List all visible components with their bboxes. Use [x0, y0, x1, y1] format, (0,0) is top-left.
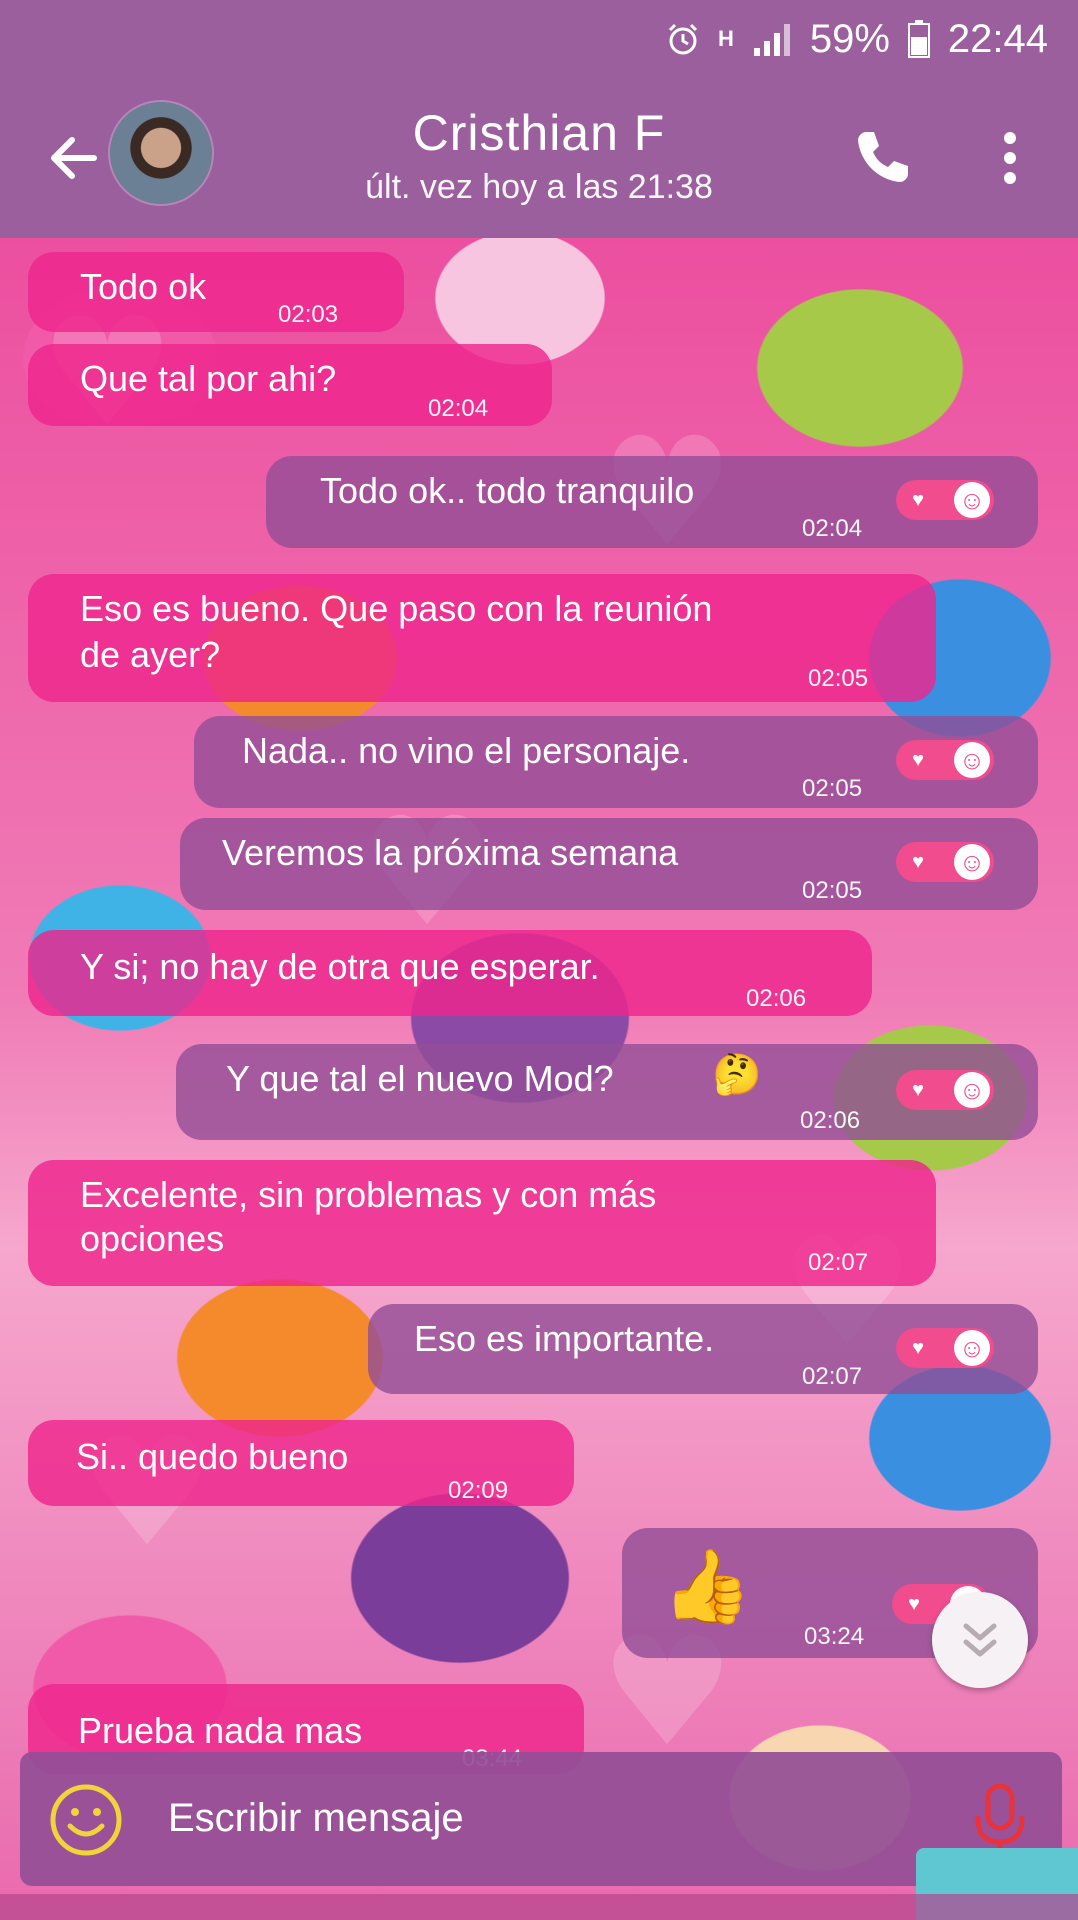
message-text-line-1: Eso es bueno. Que paso con la reunión [80, 588, 713, 629]
message-time: 02:09 [448, 1477, 509, 1504]
heart-icon: ♥ [912, 489, 924, 511]
message-time: 02:05 [802, 877, 863, 904]
message-text: Veremos la próxima semana [222, 832, 679, 873]
signal-icon [753, 24, 790, 56]
network-type-icon: H [717, 26, 734, 51]
battery-icon [907, 20, 930, 58]
message-time: 02:06 [800, 1107, 861, 1134]
message-outgoing[interactable]: Eso es importante. 02:07 ♥ ☺ [368, 1304, 1038, 1394]
message-text: Todo ok.. todo tranquilo [320, 470, 695, 511]
microphone-icon[interactable] [970, 1782, 1030, 1858]
reaction-toggle[interactable]: ♥ ☺ [896, 1070, 994, 1110]
message-text: Si.. quedo bueno [76, 1436, 349, 1477]
heart-icon: ♥ [912, 851, 924, 873]
message-text: Nada.. no vino el personaje. [242, 730, 691, 771]
message-time: 02:05 [808, 665, 869, 692]
message-time: 02:06 [746, 985, 807, 1012]
message-outgoing[interactable]: Todo ok.. todo tranquilo 02:04 ♥ ☺ [266, 456, 1038, 548]
chat-wallpaper: ♥ ♥ ♥ ♥ ♥ ♥ Todo ok 02:03 Que tal por ah… [0, 238, 1078, 1920]
smile-icon: ☺ [954, 1072, 990, 1108]
heart-icon: ♥ [912, 1337, 924, 1359]
heart-icon: ♥ [908, 1593, 920, 1615]
message-outgoing[interactable]: Nada.. no vino el personaje. 02:05 ♥ ☺ [194, 716, 1038, 808]
more-vert-icon[interactable] [990, 128, 1030, 188]
message-time: 02:05 [802, 775, 863, 802]
message-text: Todo ok [80, 266, 207, 307]
message-text: Y que tal el nuevo Mod? [226, 1058, 614, 1099]
message-time: 02:07 [802, 1363, 863, 1390]
message-incoming[interactable]: Todo ok 02:03 [28, 252, 404, 332]
double-chevron-down-icon [963, 1623, 997, 1657]
reaction-toggle[interactable]: ♥ ☺ [896, 842, 994, 882]
message-input[interactable]: Escribir mensaje [168, 1796, 464, 1841]
message-incoming[interactable]: Excelente, sin problemas y con más opcio… [28, 1160, 936, 1286]
message-text: Que tal por ahi? [80, 358, 337, 399]
message-time: 02:03 [278, 301, 339, 328]
message-text-line-2: de ayer? [80, 634, 221, 675]
thinking-emoji: 🤔 [712, 1053, 762, 1097]
bottom-strip [0, 1894, 1078, 1920]
message-input-bar: Escribir mensaje [20, 1752, 1062, 1886]
reaction-toggle[interactable]: ♥ ☺ [896, 1328, 994, 1368]
clock: 22:44 [947, 16, 1048, 61]
last-seen-status: últ. vez hoy a las 21:38 [365, 168, 713, 206]
message-incoming[interactable]: Si.. quedo bueno 02:09 [28, 1420, 574, 1506]
message-outgoing[interactable]: Y que tal el nuevo Mod? 🤔 02:06 ♥ ☺ [176, 1044, 1038, 1140]
chat-header: Cristhian F últ. vez hoy a las 21:38 [0, 78, 1078, 238]
smile-icon: ☺ [954, 742, 990, 778]
message-outgoing[interactable]: Veremos la próxima semana 02:05 ♥ ☺ [180, 818, 1038, 910]
message-time: 02:04 [802, 515, 863, 542]
message-text: Eso es importante. [414, 1318, 715, 1359]
message-incoming[interactable]: Y si; no hay de otra que esperar. 02:06 [28, 930, 872, 1016]
message-time: 02:07 [808, 1249, 869, 1276]
reaction-toggle[interactable]: ♥ ☺ [896, 480, 994, 520]
smile-icon: ☺ [954, 844, 990, 880]
alarm-icon [668, 23, 697, 55]
status-bar: H 59% 22:44 [0, 0, 1078, 78]
heart-icon: ♥ [912, 749, 924, 771]
battery-percent: 59% [809, 16, 890, 61]
heart-icon: ♥ [912, 1079, 924, 1101]
reaction-toggle[interactable]: ♥ ☺ [896, 740, 994, 780]
thumbs-up-emoji: 👍 [662, 1547, 752, 1627]
message-incoming[interactable]: Eso es bueno. Que paso con la reunión de… [28, 574, 936, 702]
smile-icon: ☺ [954, 1330, 990, 1366]
scroll-to-bottom-button[interactable] [932, 1592, 1028, 1688]
message-time: 03:24 [804, 1623, 865, 1650]
message-text-line-1: Excelente, sin problemas y con más [80, 1174, 657, 1215]
contact-name[interactable]: Cristhian F [0, 104, 1078, 162]
message-time: 02:04 [428, 395, 489, 422]
message-text: Prueba nada mas [78, 1710, 363, 1751]
message-incoming[interactable]: Que tal por ahi? 02:04 [28, 344, 552, 426]
message-text-line-2: opciones [80, 1218, 225, 1259]
phone-icon[interactable] [852, 126, 914, 188]
smile-icon: ☺ [954, 482, 990, 518]
smiley-icon[interactable] [48, 1782, 124, 1858]
message-text: Y si; no hay de otra que esperar. [80, 946, 600, 987]
